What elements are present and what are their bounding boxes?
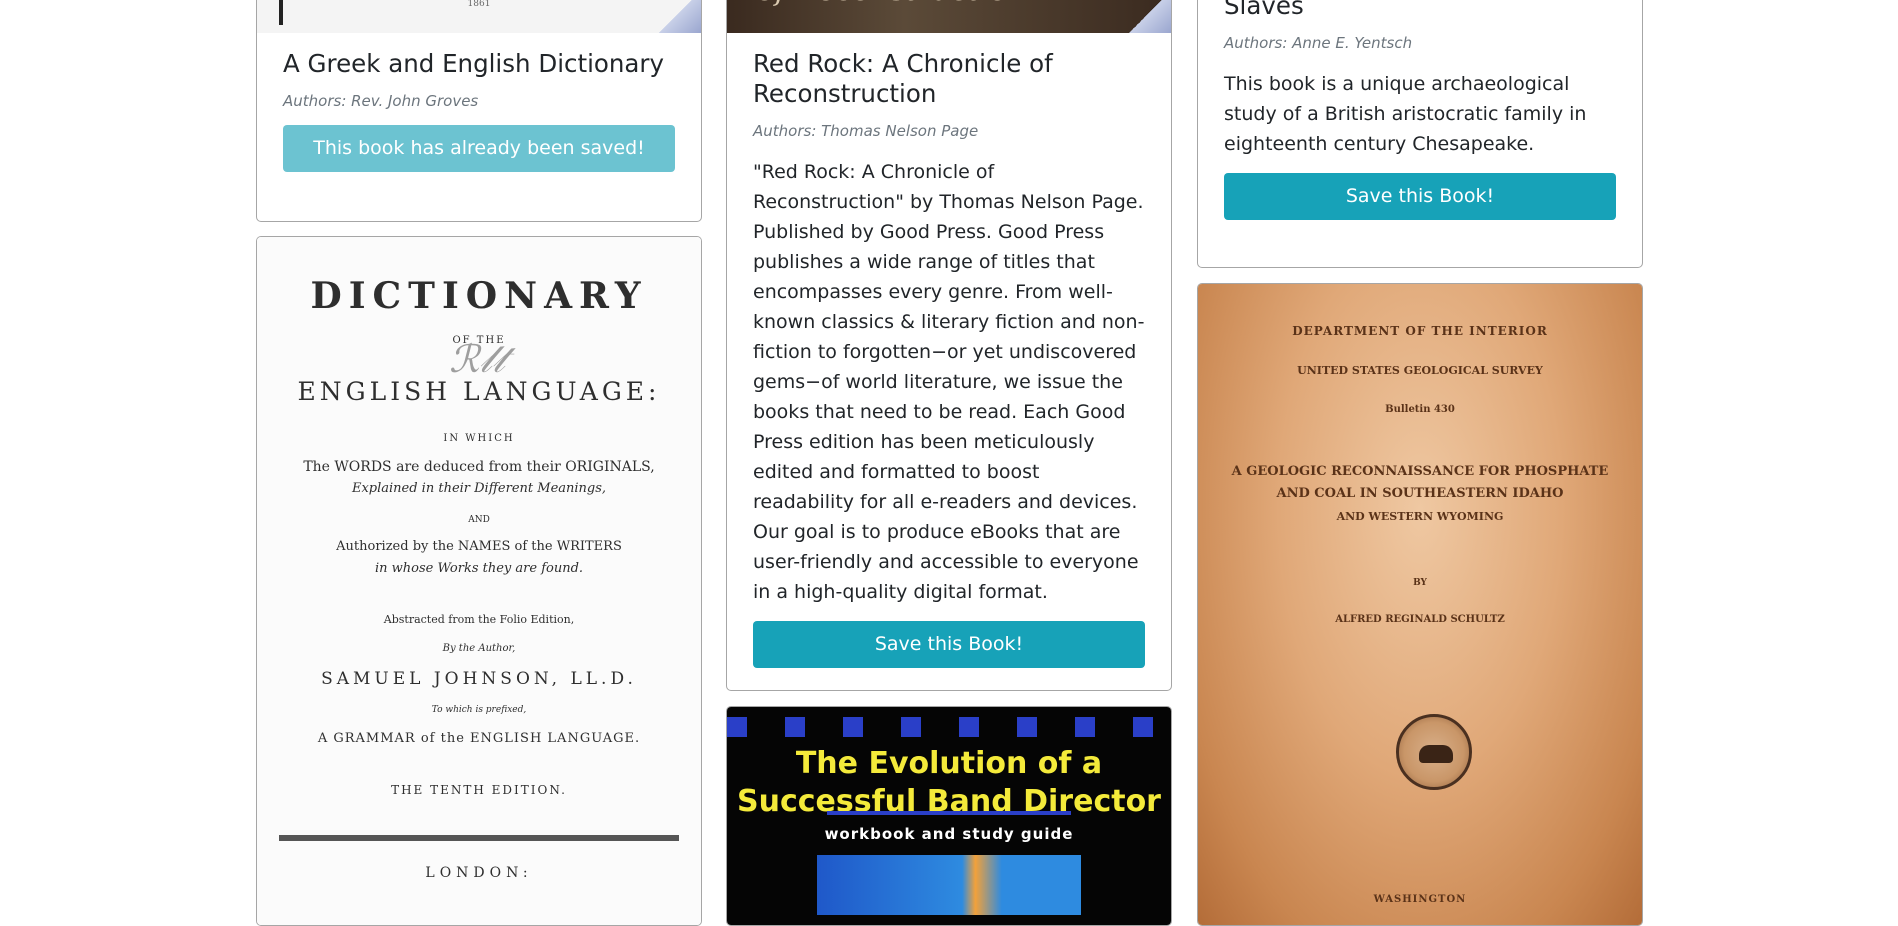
cover-text: DEPARTMENT OF THE INTERIOR	[1292, 324, 1548, 338]
cover-text: The Evolution of a	[795, 746, 1103, 781]
book-authors: Authors: Thomas Nelson Page	[753, 122, 979, 140]
cover-text: IN WHICH	[443, 433, 515, 444]
cover-text: BY	[1413, 578, 1427, 588]
cover-text: LONDON:	[425, 865, 533, 881]
cover-text: SAMUEL JOHNSON, LL.D.	[321, 669, 637, 689]
cover-text: Bulletin 430	[1385, 404, 1455, 415]
book-title: A Greek and English Dictionary	[283, 49, 664, 78]
book-description: "Red Rock: A Chronicle of Reconstruction…	[753, 161, 1145, 603]
cover-edge-mark	[279, 0, 283, 25]
cover-text: AND COAL IN SOUTHEASTERN IDAHO	[1276, 486, 1564, 501]
cover-text: Authorized by the NAMES of the WRITERS	[336, 539, 622, 554]
cover-rule	[827, 811, 1071, 815]
cover-text: DICTIONARY	[310, 275, 648, 317]
book-cover-image: DEPARTMENT OF THE INTERIOR UNITED STATES…	[1198, 284, 1642, 925]
book-title: Red Rock: A Chronicle of Reconstruction	[753, 49, 1053, 108]
book-card-greek-dictionary: 1861 A Greek and English Dictionary Auth…	[256, 0, 702, 222]
seal-icon	[1396, 714, 1472, 790]
cover-decoration	[727, 717, 1171, 737]
page-curl-icon	[1121, 0, 1171, 33]
save-book-button[interactable]: Save this Book!	[1224, 173, 1616, 220]
book-card-slaves: Slaves Authors: Anne E. Yentsch This boo…	[1197, 0, 1643, 268]
cover-text: To which is prefixed,	[431, 705, 527, 715]
book-authors: Authors: Rev. John Groves	[283, 92, 479, 110]
cover-text: in whose Works they are found.	[374, 561, 584, 576]
page-curl-icon	[651, 0, 701, 33]
cover-rule	[279, 835, 679, 841]
cover-text: By the Author,	[442, 643, 516, 654]
cover-text: Successful Band Director	[737, 784, 1161, 819]
cover-text: The WORDS are deduced from their ORIGINA…	[303, 459, 655, 475]
cover-subtitle: workbook and study guide	[824, 825, 1074, 843]
book-cover-image: DICTIONARY OF THE ENGLISH LANGUAGE: IN W…	[257, 237, 701, 925]
cover-handwriting: ℛ𝓁𝓉	[449, 337, 505, 381]
book-cover-image: The Evolution of a Successful Band Direc…	[727, 707, 1171, 925]
cover-text: Explained in their Different Meanings,	[351, 481, 607, 496]
book-already-saved-button[interactable]: This book has already been saved!	[283, 125, 675, 172]
book-cover-image: of Reconstruction	[727, 0, 1171, 33]
book-card-johnson-dictionary: DICTIONARY OF THE ENGLISH LANGUAGE: IN W…	[256, 236, 702, 926]
cover-artwork	[817, 855, 1081, 915]
save-book-button[interactable]: Save this Book!	[753, 621, 1145, 668]
cover-text: ALFRED REGINALD SCHULTZ	[1335, 614, 1505, 625]
cover-title: The Evolution of a Successful Band Direc…	[727, 745, 1171, 821]
book-card-geologic-reconnaissance: DEPARTMENT OF THE INTERIOR UNITED STATES…	[1197, 283, 1643, 926]
cover-text: AND	[468, 515, 490, 525]
cover-text: THE TENTH EDITION.	[391, 783, 567, 797]
book-authors: Authors: Anne E. Yentsch	[1224, 34, 1413, 52]
cover-text: UNITED STATES GEOLOGICAL SURVEY	[1297, 364, 1543, 377]
cover-text: A GRAMMAR of the ENGLISH LANGUAGE.	[317, 731, 641, 746]
cover-text: AND WESTERN WYOMING	[1336, 510, 1504, 523]
cover-text: Abstracted from the Folio Edition,	[383, 613, 575, 626]
cover-text: A GEOLOGIC RECONNAISSANCE FOR PHOSPHATE	[1231, 464, 1609, 479]
cover-text: 1861	[467, 0, 491, 9]
book-cover-image: 1861	[257, 0, 701, 33]
book-card-red-rock: of Reconstruction Red Rock: A Chronicle …	[726, 0, 1172, 691]
cover-text: of Reconstruction	[757, 0, 1027, 8]
book-card-band-director: The Evolution of a Successful Band Direc…	[726, 706, 1172, 926]
cover-text: WASHINGTON	[1373, 894, 1467, 905]
book-title: Slaves	[1224, 0, 1304, 20]
book-description: This book is a unique archaeological stu…	[1224, 73, 1587, 155]
